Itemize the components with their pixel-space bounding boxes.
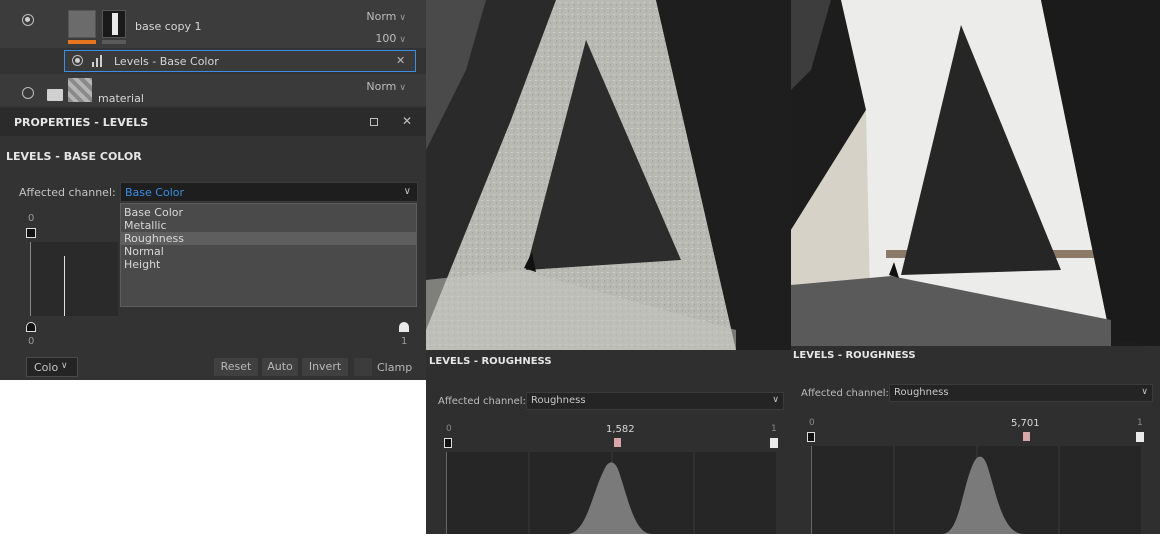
input-low-label: 0 bbox=[28, 336, 35, 347]
channel-option-normal[interactable]: Normal bbox=[124, 245, 164, 258]
levels-icon bbox=[92, 55, 106, 67]
input-low-handle[interactable] bbox=[26, 322, 36, 332]
reset-button[interactable]: Reset bbox=[214, 358, 258, 376]
histogram-line bbox=[64, 256, 65, 316]
opacity-dropdown[interactable]: 100 ∨ bbox=[375, 32, 406, 45]
layer-name: material bbox=[98, 92, 144, 105]
chevron-down-icon: ∨ bbox=[772, 395, 779, 405]
folder-icon bbox=[47, 89, 63, 101]
mid-handle[interactable] bbox=[614, 438, 621, 447]
effect-name: Levels - Base Color bbox=[114, 55, 219, 68]
close-icon[interactable]: ✕ bbox=[402, 114, 412, 128]
blend-mode-value: Norm bbox=[366, 80, 397, 93]
mask-bar bbox=[102, 40, 126, 44]
levels-panel-viewport-2: LEVELS - ROUGHNESS Affected channel: Rou… bbox=[791, 346, 1160, 534]
mid-handle[interactable] bbox=[1023, 432, 1030, 441]
viewport-render-2[interactable] bbox=[791, 0, 1160, 346]
min-label: 0 bbox=[809, 418, 815, 428]
max-label: 1 bbox=[771, 424, 777, 434]
section-title: LEVELS - BASE COLOR bbox=[6, 150, 142, 163]
effect-visibility-toggle[interactable] bbox=[72, 55, 83, 66]
high-handle[interactable] bbox=[770, 438, 778, 448]
output-top-handle[interactable] bbox=[26, 228, 36, 238]
histogram bbox=[446, 452, 776, 534]
chevron-down-icon: ∨ bbox=[399, 13, 406, 23]
channel-select-value: Roughness bbox=[531, 395, 586, 406]
channel-select-value: Roughness bbox=[894, 387, 949, 398]
channel-option-base-color[interactable]: Base Color bbox=[124, 206, 183, 219]
viewport-render-1[interactable] bbox=[426, 0, 791, 350]
opacity-value: 100 bbox=[375, 32, 397, 45]
chevron-down-icon: ∨ bbox=[403, 186, 411, 197]
mode-dropdown[interactable]: Colo ∨ bbox=[26, 357, 78, 377]
material-thumbnail bbox=[68, 78, 92, 102]
mask-thumbnail[interactable] bbox=[102, 10, 126, 38]
low-handle[interactable] bbox=[807, 432, 815, 442]
channel-options-list: Base Color Metallic Roughness Normal Hei… bbox=[120, 203, 417, 307]
max-label: 1 bbox=[1137, 418, 1143, 428]
layer-row-levels[interactable]: Levels - Base Color ✕ bbox=[0, 48, 426, 74]
low-handle[interactable] bbox=[444, 438, 452, 448]
channel-label: Affected channel: bbox=[19, 186, 116, 199]
input-min-label: 0 bbox=[28, 213, 35, 224]
input-high-label: 1 bbox=[401, 336, 408, 347]
levels-panel-viewport-1: LEVELS - ROUGHNESS Affected channel: Rou… bbox=[426, 350, 791, 534]
layer-row-material[interactable]: material Norm ∨ bbox=[0, 74, 426, 106]
blend-mode-dropdown[interactable]: Norm ∨ bbox=[366, 80, 406, 93]
properties-title: PROPERTIES - LEVELS bbox=[14, 116, 149, 129]
mid-value: 1,582 bbox=[606, 424, 635, 435]
channel-option-metallic[interactable]: Metallic bbox=[124, 219, 167, 232]
input-high-handle[interactable] bbox=[399, 322, 409, 332]
orange-bar bbox=[68, 40, 96, 44]
panel-title: LEVELS - ROUGHNESS bbox=[793, 350, 916, 361]
chevron-down-icon: ∨ bbox=[1141, 387, 1148, 397]
scene-render-2 bbox=[791, 0, 1160, 346]
histogram bbox=[811, 446, 1141, 534]
levels-graph bbox=[30, 242, 118, 316]
high-handle[interactable] bbox=[1136, 432, 1144, 442]
panel-title: LEVELS - ROUGHNESS bbox=[429, 356, 552, 367]
channel-option-roughness[interactable]: Roughness bbox=[121, 232, 416, 245]
scene-render-1 bbox=[426, 0, 791, 350]
histogram-graph bbox=[893, 446, 1060, 534]
folder-visibility-toggle[interactable] bbox=[22, 87, 34, 99]
auto-button[interactable]: Auto bbox=[262, 358, 298, 376]
channel-select[interactable]: Roughness ∨ bbox=[526, 392, 784, 410]
blend-mode-value: Norm bbox=[366, 10, 397, 23]
undock-icon[interactable] bbox=[370, 118, 378, 126]
channel-select-value: Base Color bbox=[125, 186, 185, 199]
clamp-checkbox[interactable] bbox=[354, 358, 372, 376]
chevron-down-icon: ∨ bbox=[399, 83, 406, 93]
histogram-graph bbox=[528, 452, 695, 534]
layer-name: base copy 1 bbox=[135, 20, 202, 33]
clamp-label: Clamp bbox=[377, 361, 413, 374]
layer-row-base-copy[interactable]: base copy 1 Norm ∨ 100 ∨ bbox=[0, 0, 426, 48]
layers-properties-panel: base copy 1 Norm ∨ 100 ∨ Levels - Base Col… bbox=[0, 0, 426, 380]
channel-select[interactable]: Roughness ∨ bbox=[889, 384, 1153, 402]
layer-visibility-toggle[interactable] bbox=[22, 14, 34, 26]
mid-value: 5,701 bbox=[1011, 418, 1040, 429]
channel-label: Affected channel: bbox=[801, 388, 889, 399]
properties-header: PROPERTIES - LEVELS ✕ bbox=[0, 108, 426, 136]
chevron-down-icon: ∨ bbox=[399, 35, 406, 45]
channel-option-height[interactable]: Height bbox=[124, 258, 160, 271]
chevron-down-icon: ∨ bbox=[61, 361, 68, 371]
min-label: 0 bbox=[446, 424, 452, 434]
blend-mode-dropdown[interactable]: Norm ∨ bbox=[366, 10, 406, 23]
channel-select[interactable]: Base Color ∨ bbox=[120, 182, 418, 202]
close-icon[interactable]: ✕ bbox=[396, 54, 405, 67]
layer-thumbnail bbox=[68, 10, 96, 38]
mode-value: Colo bbox=[34, 361, 59, 374]
invert-button[interactable]: Invert bbox=[302, 358, 348, 376]
channel-label: Affected channel: bbox=[438, 396, 526, 407]
